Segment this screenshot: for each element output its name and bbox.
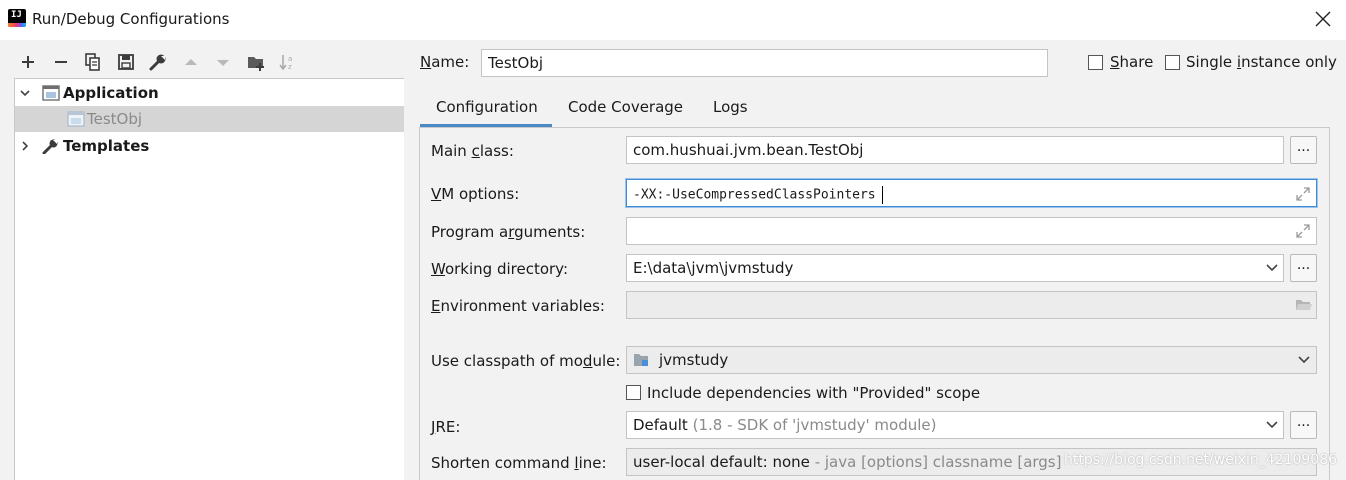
vm-options-input[interactable]: -XX:-UseCompressedClassPointers [626,179,1317,207]
include-provided-checkbox[interactable] [626,385,641,400]
tab-code-coverage[interactable]: Code Coverage [568,98,683,128]
sort-icon[interactable]: az [278,52,298,72]
program-arguments-input[interactable] [626,217,1317,245]
intellij-app-icon: IJ [8,9,26,27]
chevron-down-icon[interactable] [1297,355,1311,365]
save-icon[interactable] [116,52,136,72]
share-checkbox[interactable] [1088,55,1103,70]
title-bar: IJ Run/Debug Configurations [0,0,1346,40]
chevron-down-icon[interactable] [1265,420,1279,430]
shorten-command-line-label: Shorten command line: [431,454,607,472]
chevron-right-icon[interactable] [19,140,31,152]
share-label: Share [1110,53,1154,71]
module-folder-icon [634,354,648,366]
window-title: Run/Debug Configurations [32,10,230,28]
tree-item-templates[interactable]: Templates [15,133,404,159]
folder-add-icon[interactable] [246,52,266,72]
classpath-module-label: Use classpath of module: [431,352,621,370]
wrench-icon[interactable] [148,52,168,72]
plus-icon[interactable] [18,52,38,72]
main-class-browse-button[interactable]: ... [1290,136,1317,164]
program-arguments-label: Program arguments: [431,223,586,241]
jre-browse-button[interactable]: ... [1290,411,1317,439]
copy-icon[interactable] [83,52,103,72]
working-directory-browse-button[interactable]: ... [1290,254,1317,282]
tree-item-label: Templates [63,137,150,155]
jre-select[interactable]: Default (1.8 - SDK of 'jvmstudy' module) [626,411,1284,439]
include-provided-label: Include dependencies with "Provided" sco… [647,384,981,402]
arrow-up-icon[interactable] [181,52,201,72]
configuration-tree: Application TestObj Templates [14,78,404,480]
chevron-down-icon[interactable] [19,87,31,99]
config-toolbar: az [0,40,404,78]
arrow-down-icon[interactable] [213,52,233,72]
tree-item-testobj[interactable]: TestObj [15,106,404,132]
working-directory-label: Working directory: [431,260,569,278]
folder-open-icon[interactable] [1295,297,1313,313]
expand-icon[interactable] [1295,186,1311,202]
application-config-icon [42,85,60,101]
watermark: https://blog.csdn.net/weixin_42109086 [1064,452,1338,468]
chevron-down-icon[interactable] [1265,263,1279,273]
tree-item-label: TestObj [87,110,143,128]
single-instance-checkbox[interactable] [1165,55,1180,70]
expand-icon[interactable] [1295,223,1311,239]
working-directory-input[interactable]: E:\data\jvm\jvmstudy [626,254,1284,282]
classpath-module-select[interactable]: jvmstudy [626,346,1317,374]
vm-options-label: VM options: [431,185,520,203]
close-icon[interactable] [1312,7,1334,31]
tab-logs[interactable]: Logs [713,98,748,128]
single-instance-label: Single instance only [1186,53,1337,71]
svg-text:z: z [288,63,292,71]
environment-variables-label: Environment variables: [431,297,605,315]
tree-item-label: Application [63,84,159,102]
text-caret [881,186,883,204]
minus-icon[interactable] [51,52,71,72]
svg-text:a: a [288,55,292,63]
name-label: Name: [420,53,470,71]
environment-variables-input[interactable] [626,291,1317,319]
tree-item-application[interactable]: Application [15,80,404,106]
application-config-icon [67,111,85,127]
name-input[interactable]: TestObj [481,49,1048,77]
main-class-label: Main class: [431,142,514,160]
main-class-input[interactable]: com.hushuai.jvm.bean.TestObj [626,136,1284,164]
jre-label: JRE: [431,418,461,436]
wrench-icon [42,139,58,154]
